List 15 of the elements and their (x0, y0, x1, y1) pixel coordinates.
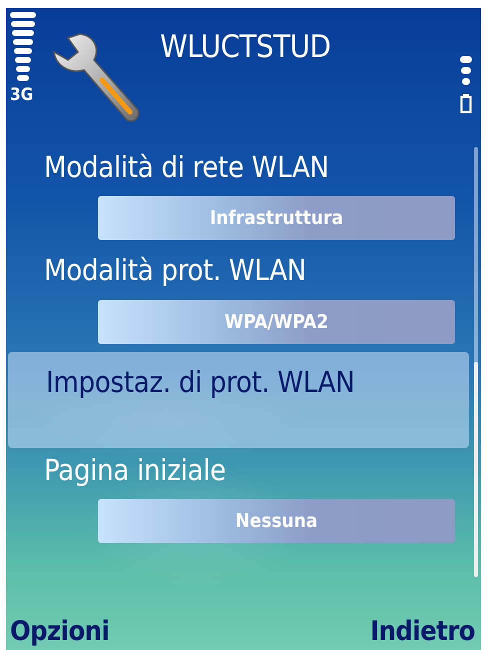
battery-level-icon (459, 56, 473, 114)
settings-item[interactable]: Modalità di rete WLAN Infrastruttura (6, 145, 481, 248)
scrollbar[interactable] (474, 147, 478, 577)
settings-item[interactable]: Modalità prot. WLAN WPA/WPA2 (6, 248, 481, 352)
selected-settings-item[interactable]: Impostaz. di prot. WLAN (8, 352, 469, 448)
setting-label: Modalità di rete WLAN (44, 151, 330, 184)
setting-label: Modalità prot. WLAN (44, 254, 308, 288)
window-title: WLUCTSTUD (160, 32, 331, 63)
setting-label: Impostaz. di prot. WLAN (46, 366, 356, 400)
setting-label: Pagina iniziale (44, 454, 227, 488)
network-type-label: 3G (10, 87, 34, 104)
signal-strength-icon (10, 12, 36, 81)
back-softkey[interactable]: Indietro (370, 616, 475, 647)
options-softkey[interactable]: Opzioni (10, 616, 110, 647)
settings-item[interactable]: Pagina iniziale Nessuna (6, 448, 481, 552)
